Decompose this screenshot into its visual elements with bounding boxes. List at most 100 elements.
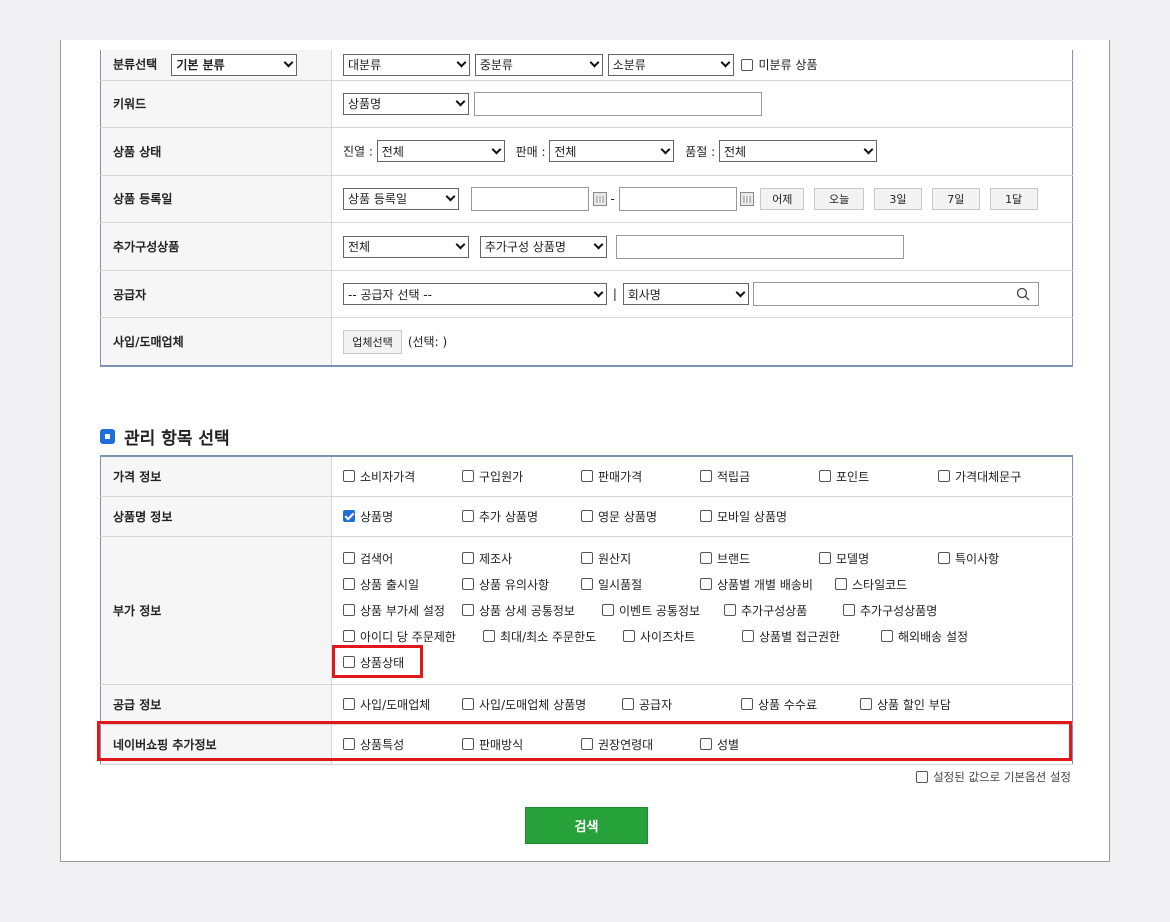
checkbox-icon [483, 630, 495, 642]
medium-category-select[interactable]: 중분류 [474, 53, 603, 76]
select-vendor-button[interactable]: 업체선택 [343, 329, 402, 354]
row-status: 상품 상태 진열 : 전체 판매 : 전체 품절 : 전체 [100, 127, 1073, 176]
option-checkbox[interactable]: 상품별 개별 배송비 [700, 571, 835, 597]
addon-name-select[interactable]: 추가구성 상품명 [479, 235, 607, 258]
option-checkbox[interactable]: 추가구성상품 [724, 597, 843, 623]
supplier-search-input[interactable] [752, 282, 1039, 307]
option-checkbox[interactable]: 일시품절 [581, 571, 700, 597]
addon-type-select[interactable]: 전체 [343, 235, 469, 258]
checkbox-icon [835, 578, 847, 590]
extra-info-row1: 검색어 제조사 원산지 브랜드 모델명 특이사항 [343, 545, 1072, 571]
keyword-input[interactable] [473, 91, 762, 116]
end-date-input[interactable] [618, 186, 737, 211]
large-category-select[interactable]: 대분류 [343, 53, 470, 76]
option-checkbox[interactable]: 스타일코드 [835, 571, 954, 597]
row-price-info: 가격 정보 소비자가격 구입원가 판매가격 적립금 포인트 가격대체문구 [100, 456, 1073, 497]
option-checkbox[interactable]: 구입원가 [462, 463, 581, 489]
option-checkbox[interactable]: 최대/최소 주문한도 [483, 623, 623, 649]
start-date-input[interactable] [470, 186, 589, 211]
highlight-product-status [332, 645, 423, 678]
keyword-type-select[interactable]: 상품명 [343, 92, 469, 115]
row-addon: 추가구성상품 전체 추가구성 상품명 [100, 222, 1073, 271]
highlight-naver-row [97, 721, 1072, 761]
row-category: 분류선택 기본 분류 대분류 중분류 소분류 미분류 상품 [100, 50, 1073, 81]
option-checkbox[interactable]: 적립금 [700, 463, 819, 489]
checkbox-icon [343, 552, 355, 564]
option-checkbox[interactable]: 상품 수수료 [741, 691, 860, 717]
option-checkbox[interactable]: 가격대체문구 [938, 463, 1057, 489]
option-checkbox[interactable]: 상품 할인 부담 [860, 691, 990, 717]
option-checkbox[interactable]: 상품명 [343, 503, 462, 529]
checkbox-icon [462, 552, 474, 564]
quick-today-button[interactable]: 오늘 [814, 187, 865, 210]
option-checkbox[interactable]: 상품별 접근권한 [742, 623, 881, 649]
checkbox-icon [881, 630, 893, 642]
option-checkbox[interactable]: 포인트 [819, 463, 938, 489]
search-conditions-table: 분류선택 기본 분류 대분류 중분류 소분류 미분류 상품 키워드 상품명 상품 [100, 50, 1073, 367]
row-supply-info: 공급 정보 사입/도매업체 사입/도매업체 상품명 공급자 상품 수수료 상품 할인 부… [100, 684, 1073, 725]
calendar-icon[interactable] [740, 191, 755, 206]
calendar-icon[interactable] [592, 191, 607, 206]
option-checkbox[interactable]: 추가구성상품명 [843, 597, 983, 623]
option-checkbox[interactable]: 브랜드 [700, 545, 819, 571]
base-category-select[interactable]: 기본 분류 [171, 53, 298, 76]
option-checkbox[interactable]: 상품 상세 공통정보 [462, 597, 602, 623]
chevron-down-icon [283, 57, 294, 68]
checkbox-icon [700, 578, 712, 590]
option-checkbox[interactable]: 상품 유의사항 [462, 571, 581, 597]
option-checkbox[interactable]: 상품 부가세 설정 [343, 597, 462, 623]
row-wholesale: 사입/도매업체 업체선택 (선택: ) [100, 317, 1073, 366]
option-checkbox[interactable]: 공급자 [622, 691, 741, 717]
option-checkbox[interactable]: 상품 출시일 [343, 571, 462, 597]
default-option-checkbox[interactable]: 설정된 값으로 기본옵션 설정 [916, 769, 1071, 785]
quick-3days-button[interactable]: 3일 [873, 187, 922, 210]
quick-7days-button[interactable]: 7일 [931, 187, 980, 210]
option-checkbox[interactable]: 사입/도매업체 상품명 [462, 691, 622, 717]
small-category-select[interactable]: 소분류 [607, 53, 734, 76]
checkbox-icon [343, 604, 355, 616]
search-button[interactable]: 검색 [525, 807, 648, 844]
option-checkbox[interactable]: 모델명 [819, 545, 938, 571]
checkbox-icon [819, 470, 831, 483]
checkbox-icon [741, 58, 754, 71]
addon-label: 추가구성상품 [100, 222, 332, 271]
option-checkbox[interactable]: 영문 상품명 [581, 503, 700, 529]
soldout-select[interactable]: 전체 [719, 140, 877, 163]
option-checkbox[interactable]: 소비자가격 [343, 463, 462, 489]
option-checkbox[interactable]: 사이즈차트 [623, 623, 742, 649]
quick-1month-button[interactable]: 1달 [989, 187, 1038, 210]
sale-select[interactable]: 전체 [549, 140, 675, 163]
option-checkbox[interactable]: 사입/도매업체 [343, 691, 462, 717]
option-checkbox[interactable]: 이벤트 공통정보 [602, 597, 724, 623]
option-checkbox[interactable]: 해외배송 설정 [881, 623, 1021, 649]
row-regdate: 상품 등록일 상품 등록일 - 어제 오늘 3일 7일 1달 [100, 175, 1073, 224]
addon-name-input[interactable] [615, 234, 904, 259]
chevron-down-icon [735, 287, 746, 298]
management-items-table: 가격 정보 소비자가격 구입원가 판매가격 적립금 포인트 가격대체문구 상품명 정보 상… [100, 455, 1073, 765]
option-checkbox[interactable]: 검색어 [343, 545, 462, 571]
option-checkbox[interactable]: 제조사 [462, 545, 581, 571]
option-checkbox[interactable]: 모바일 상품명 [700, 503, 819, 529]
option-checkbox[interactable]: 판매가격 [581, 463, 700, 489]
vendor-selection-status: (선택: ) [407, 335, 448, 350]
option-checkbox[interactable]: 특이사항 [938, 545, 1057, 571]
checkbox-icon [724, 604, 736, 616]
chevron-down-icon [593, 287, 604, 298]
wholesale-label: 사입/도매업체 [100, 317, 332, 366]
uncategorized-checkbox[interactable]: 미분류 상품 [741, 56, 818, 73]
supplier-field-select[interactable]: 회사명 [622, 283, 749, 306]
regdate-type-select[interactable]: 상품 등록일 [343, 187, 459, 210]
checkbox-icon [843, 604, 855, 616]
option-checkbox[interactable]: 추가 상품명 [462, 503, 581, 529]
checkbox-icon [860, 698, 872, 710]
screenshot-card: 분류선택 기본 분류 대분류 중분류 소분류 미분류 상품 키워드 상품명 상품 [0, 0, 1170, 922]
display-select[interactable]: 전체 [376, 140, 505, 163]
option-checkbox[interactable]: 원산지 [581, 545, 700, 571]
section-bullet-icon [100, 429, 115, 444]
supplier-select[interactable]: -- 공급자 선택 -- [343, 283, 607, 306]
soldout-label: 품절 : [685, 144, 716, 159]
search-icon[interactable] [1016, 287, 1030, 301]
quick-yesterday-button[interactable]: 어제 [760, 187, 805, 210]
extra-info-row2: 상품 출시일 상품 유의사항 일시품절 상품별 개별 배송비 스타일코드 [343, 571, 1072, 597]
checkbox-icon [581, 552, 593, 564]
